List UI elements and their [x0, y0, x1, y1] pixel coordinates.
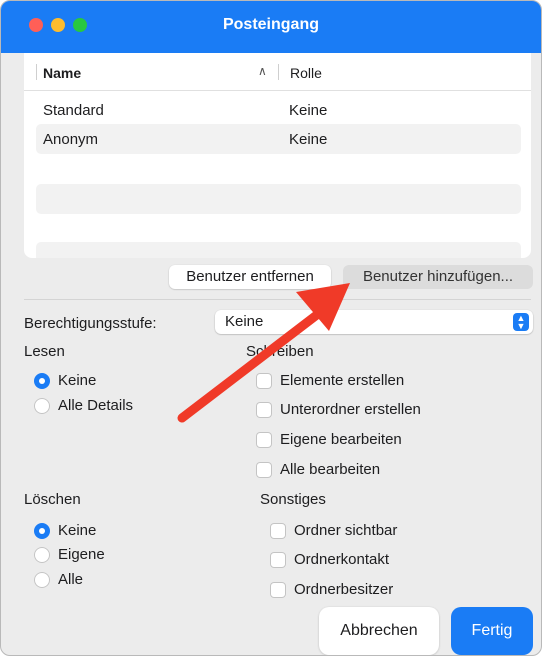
- permissions-dialog: Posteingang Name ∧ Rolle Standard Keine …: [0, 0, 542, 656]
- other-section-label: Sonstiges: [260, 491, 326, 508]
- delete-own-label[interactable]: Eigene: [58, 546, 105, 563]
- permission-level-select[interactable]: Keine ▲ ▼: [215, 310, 533, 334]
- folder-owner-label[interactable]: Ordnerbesitzer: [294, 581, 393, 598]
- permission-level-value: Keine: [225, 313, 264, 330]
- edit-own-checkbox[interactable]: [256, 432, 272, 448]
- column-separator: [36, 64, 37, 80]
- edit-all-label[interactable]: Alle bearbeiten: [280, 461, 380, 478]
- folder-contact-checkbox[interactable]: [270, 552, 286, 568]
- add-user-button[interactable]: Benutzer hinzufügen...: [343, 265, 533, 289]
- delete-none-radio[interactable]: [34, 523, 50, 539]
- divider: [24, 299, 531, 300]
- folder-owner-checkbox[interactable]: [270, 582, 286, 598]
- write-section-label: Schreiben: [246, 343, 314, 360]
- create-items-label[interactable]: Elemente erstellen: [280, 372, 404, 389]
- title-bar: Posteingang: [1, 1, 541, 53]
- empty-row: [36, 154, 521, 184]
- delete-all-label[interactable]: Alle: [58, 571, 83, 588]
- empty-row: [36, 184, 521, 214]
- user-list: Name ∧ Rolle Standard Keine Anonym Keine: [24, 53, 531, 258]
- folder-visible-checkbox[interactable]: [270, 523, 286, 539]
- empty-row: [36, 242, 521, 258]
- delete-section-label: Löschen: [24, 491, 81, 508]
- user-row-anonym[interactable]: Anonym Keine: [36, 124, 521, 154]
- create-items-checkbox[interactable]: [256, 373, 272, 389]
- read-all-details-radio[interactable]: [34, 398, 50, 414]
- window-title: Posteingang: [222, 16, 319, 33]
- read-none-label[interactable]: Keine: [58, 372, 96, 389]
- done-button[interactable]: Fertig: [451, 607, 533, 655]
- permission-level-label: Berechtigungsstufe:: [24, 315, 157, 332]
- column-header-role[interactable]: Rolle: [290, 65, 322, 81]
- column-header-name[interactable]: Name: [43, 65, 81, 81]
- user-name: Anonym: [43, 131, 99, 148]
- column-separator: [278, 64, 279, 80]
- delete-own-radio[interactable]: [34, 547, 50, 563]
- user-role: Keine: [289, 131, 328, 148]
- remove-user-button[interactable]: Benutzer entfernen: [169, 265, 331, 289]
- user-list-header: Name ∧ Rolle: [24, 53, 531, 91]
- cancel-button[interactable]: Abbrechen: [319, 607, 439, 655]
- read-all-details-label[interactable]: Alle Details: [58, 397, 133, 414]
- delete-all-radio[interactable]: [34, 572, 50, 588]
- chevron-up-down-icon: ▲ ▼: [513, 313, 529, 331]
- create-subfolders-label[interactable]: Unterordner erstellen: [280, 401, 421, 418]
- user-role: Keine: [289, 102, 328, 119]
- user-row-standard[interactable]: Standard Keine: [36, 95, 521, 125]
- read-section-label: Lesen: [24, 343, 65, 360]
- edit-all-checkbox[interactable]: [256, 462, 272, 478]
- folder-visible-label[interactable]: Ordner sichtbar: [294, 522, 397, 539]
- delete-none-label[interactable]: Keine: [58, 522, 96, 539]
- read-none-radio[interactable]: [34, 373, 50, 389]
- folder-contact-label[interactable]: Ordnerkontakt: [294, 551, 389, 568]
- empty-row: [36, 213, 521, 243]
- sort-ascending-icon: ∧: [258, 64, 267, 78]
- create-subfolders-checkbox[interactable]: [256, 402, 272, 418]
- edit-own-label[interactable]: Eigene bearbeiten: [280, 431, 402, 448]
- user-name: Standard: [43, 102, 104, 119]
